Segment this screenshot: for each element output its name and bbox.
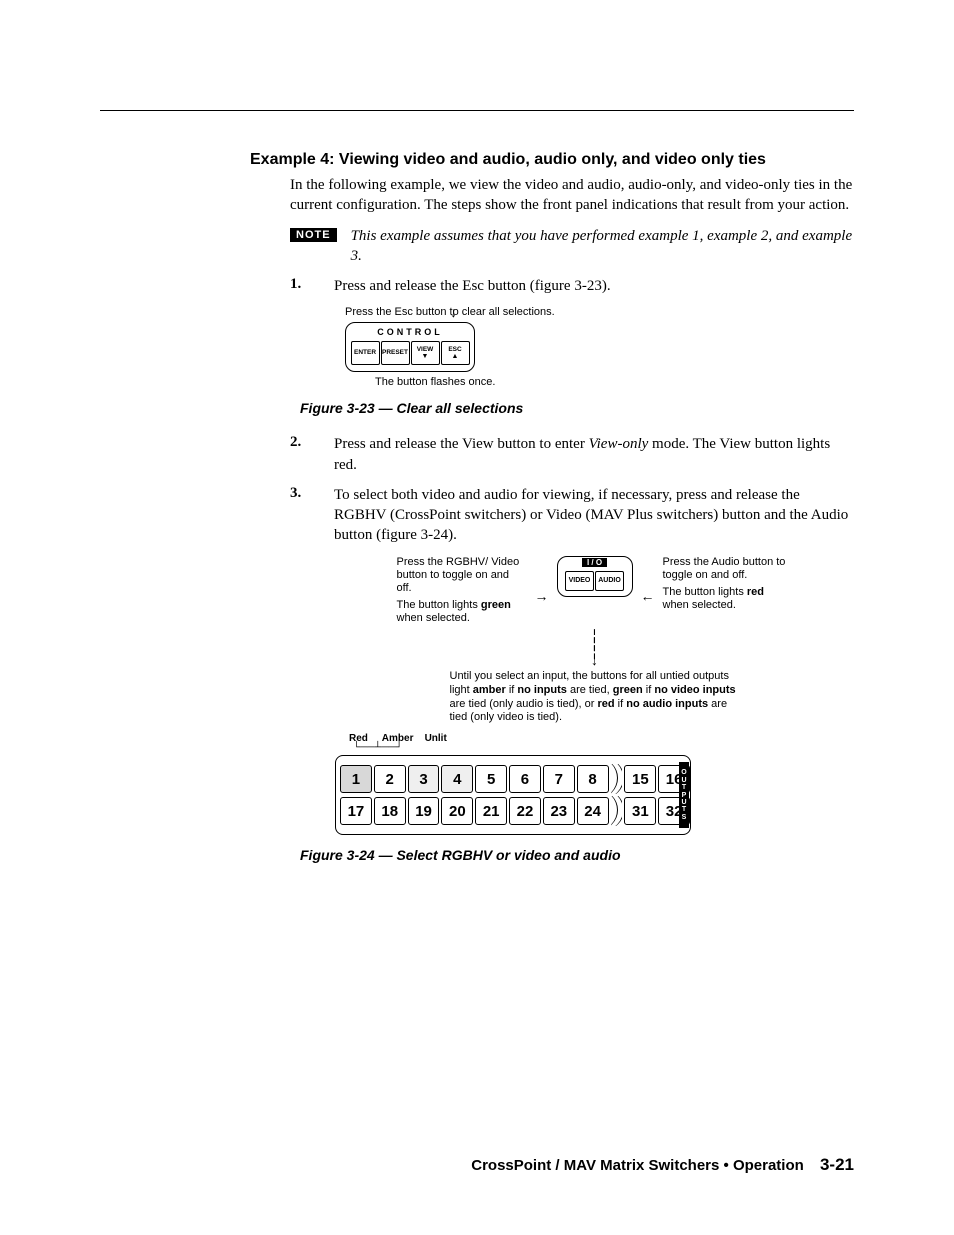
step-1: 1. Press and release the Esc button (fig… [290,276,854,296]
preset-button: PRESET [381,341,410,365]
fig24-right-text-2: The button lights red when selected. [663,586,793,612]
step-number: 1. [290,276,334,296]
output-btn: 8 [577,765,609,793]
figure-3-23: Press the Esc button to clear all select… [345,306,854,388]
triangle-up-icon: ▲ [452,353,459,360]
fig24-right-text-1: Press the Audio button to toggle on and … [663,556,793,582]
view-button: VIEW▼ [411,341,440,365]
control-panel: CONTROL ENTER PRESET VIEW▼ ESC▲ [345,322,475,372]
output-row-1: 1 2 3 4 5 6 7 8 15 16 [340,764,690,794]
output-btn: 19 [408,797,440,825]
step-number: 3. [290,485,334,546]
output-btn: 4 [441,765,473,793]
fig24-caption: Figure 3-24 — Select RGBHV or video and … [300,847,854,863]
output-btn: 15 [624,765,656,793]
fig24-left-text-2: The button lights green when selected. [397,599,527,625]
io-label: I / O [582,558,607,567]
fig23-caption: Figure 3-23 — Clear all selections [300,400,854,416]
note-block: NOTE This example assumes that you have … [290,226,854,267]
break-mark-icon [611,796,623,826]
step-text: To select both video and audio for viewi… [334,485,854,546]
control-label: CONTROL [346,327,474,337]
output-row-2: 17 18 19 20 21 22 23 24 31 32 [340,796,690,826]
video-button: VIDEO [565,571,594,591]
step-number: 2. [290,434,334,475]
note-text: This example assumes that you have perfo… [351,226,854,267]
output-btn: 3 [408,765,440,793]
output-btn: 7 [543,765,575,793]
step-text: Press and release the View button to ent… [334,434,854,475]
header-rule [100,110,854,111]
output-btn: 22 [509,797,541,825]
intro-paragraph: In the following example, we view the vi… [290,175,854,216]
arrow-down-icon: ↓ [450,308,457,316]
output-btn: 31 [624,797,656,825]
arrow-right-icon: → [535,588,549,604]
step-text: Press and release the Esc button (figure… [334,276,854,296]
output-btn: 5 [475,765,507,793]
output-btn: 24 [577,797,609,825]
outputs-side-label: OUTPUTS [679,762,689,828]
arrow-left-icon: ← [641,588,655,604]
figure-3-24: Press the RGBHV/ Video button to toggle … [335,556,854,836]
example-heading: Example 4: Viewing video and audio, audi… [250,151,854,169]
break-mark-icon [611,764,623,794]
dashed-arrow-down-icon: ╎╎╎↓ [335,633,854,664]
triangle-down-icon: ▼ [422,353,429,360]
output-btn: 23 [543,797,575,825]
fig24-mid-text: Until you select an input, the buttons f… [450,670,740,725]
output-btn: 2 [374,765,406,793]
page-footer: CrossPoint / MAV Matrix Switchers • Oper… [471,1155,854,1175]
output-btn: 18 [374,797,406,825]
fig23-top-caption: Press the Esc button to clear all select… [345,306,854,318]
audio-button: AUDIO [595,571,624,591]
outputs-panel: 1 2 3 4 5 6 7 8 15 16 17 18 19 20 [335,755,691,835]
note-badge: NOTE [290,228,337,242]
step-2: 2. Press and release the View button to … [290,434,854,475]
fig23-bottom-caption: The button flashes once. [375,376,854,388]
output-btn: 17 [340,797,372,825]
footer-text: CrossPoint / MAV Matrix Switchers • Oper… [471,1157,804,1174]
enter-button: ENTER [351,341,380,365]
output-btn: 1 [340,765,372,793]
fig24-left-text-1: Press the RGBHV/ Video button to toggle … [397,556,527,596]
output-btn: 6 [509,765,541,793]
step-3: 3. To select both video and audio for vi… [290,485,854,546]
output-btn: 20 [441,797,473,825]
output-btn: 21 [475,797,507,825]
esc-button: ESC▲ [441,341,470,365]
io-panel: I / O VIDEO AUDIO [557,556,633,597]
page-number: 3-21 [820,1155,854,1174]
